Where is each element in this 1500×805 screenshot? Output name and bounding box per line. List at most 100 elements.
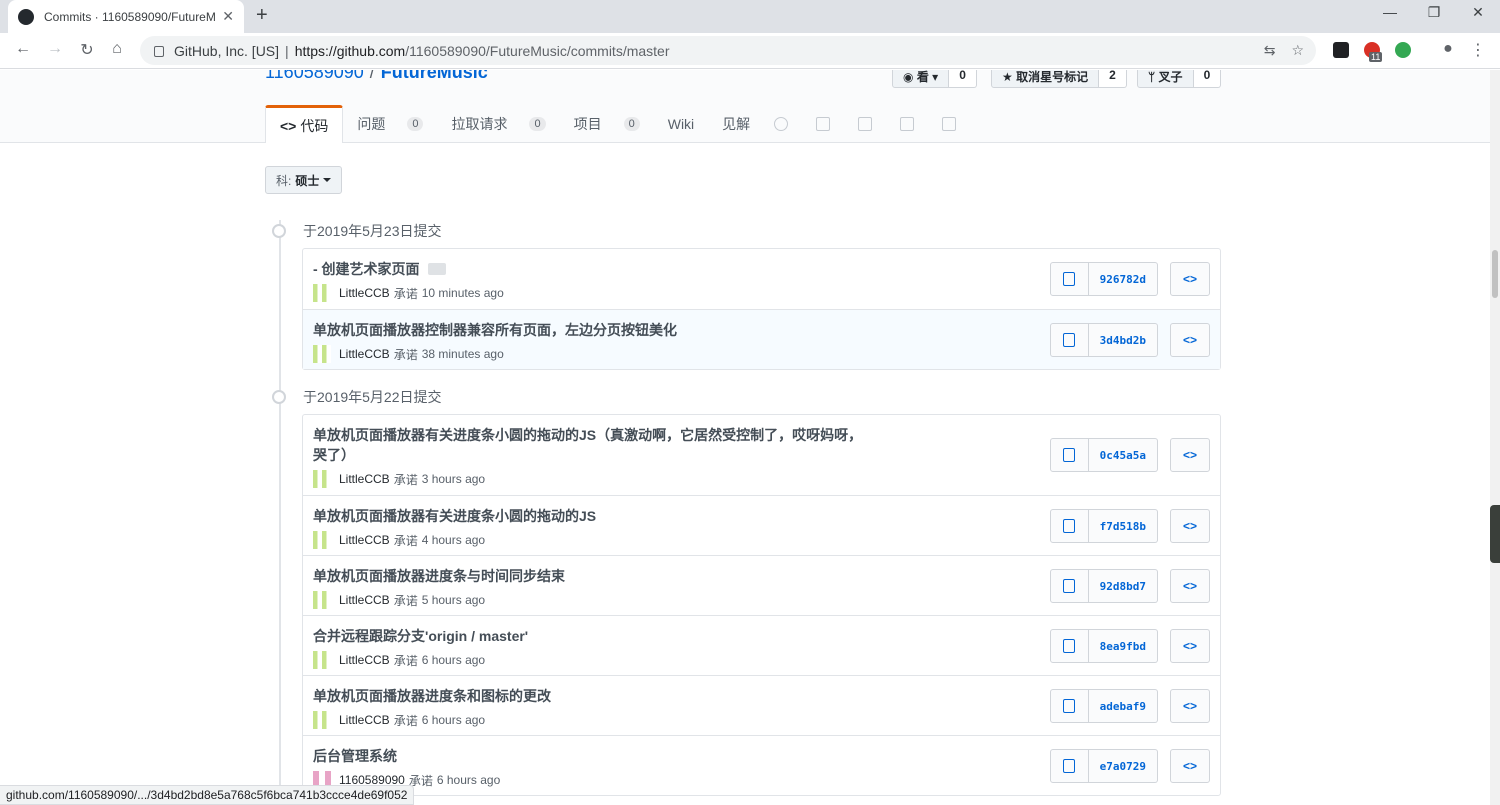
commit-sha-link[interactable]: adebaf9 xyxy=(1088,689,1158,723)
fork-button[interactable]: ᛘ 叉子 xyxy=(1137,70,1194,88)
commit-time: 5 hours ago xyxy=(421,593,486,607)
commit-message-text[interactable]: - 创建艺术家页面 xyxy=(313,261,420,277)
branch-select[interactable]: 科: 硕士 xyxy=(265,166,343,194)
tab-projects[interactable]: 项目 0 xyxy=(560,105,654,143)
browse-repo-button[interactable]: <> xyxy=(1170,749,1210,783)
repo-name-link[interactable]: FutureMusic xyxy=(381,70,488,82)
copy-sha-button[interactable] xyxy=(1049,629,1089,663)
unstar-button[interactable]: ★ 取消星号标记 xyxy=(991,70,1100,88)
bookmark-star-icon[interactable]: ☆ xyxy=(1291,42,1304,59)
commit-date-group: 于2019年5月23日提交 xyxy=(272,221,442,241)
browse-repo-button[interactable]: <> xyxy=(1170,689,1210,723)
avatar[interactable] xyxy=(313,651,331,669)
account-icon[interactable]: ● xyxy=(1437,40,1459,58)
window-close-icon[interactable]: ✕ xyxy=(1458,4,1498,21)
star-count[interactable]: 2 xyxy=(1099,70,1127,88)
repo-owner-link[interactable]: 1160589090 xyxy=(265,70,364,82)
avatar[interactable] xyxy=(313,345,331,363)
commit-sha-link[interactable]: e7a0729 xyxy=(1088,749,1158,783)
tab-insights[interactable]: 见解 xyxy=(708,105,764,143)
commit-meta: LittleCCB 承诺 38 minutes ago xyxy=(313,345,504,363)
close-icon[interactable]: ✕ xyxy=(222,8,234,25)
commit-sha-link[interactable]: 3d4bd2b xyxy=(1088,323,1158,357)
browse-repo-button[interactable]: <> xyxy=(1170,509,1210,543)
scrollbar-thumb[interactable] xyxy=(1492,250,1498,298)
forward-icon[interactable]: → xyxy=(44,40,66,58)
expand-ellipsis-button[interactable] xyxy=(427,263,446,276)
commit-author[interactable]: LittleCCB xyxy=(339,472,390,486)
browse-repo-button[interactable]: <> xyxy=(1170,262,1210,296)
avatar[interactable] xyxy=(313,591,331,609)
watch-count[interactable]: 0 xyxy=(949,70,977,88)
tab-pull-requests[interactable]: 拉取请求 0 xyxy=(437,105,559,143)
commit-sha-link[interactable]: 8ea9fbd xyxy=(1088,629,1158,663)
copy-sha-button[interactable] xyxy=(1049,749,1089,783)
minimize-icon[interactable]: — xyxy=(1370,4,1410,20)
copy-sha-button[interactable] xyxy=(1049,689,1089,723)
browse-repo-button[interactable]: <> xyxy=(1170,629,1210,663)
commit-message-text[interactable]: 单放机页面播放器有关进度条小圆的拖动的JS xyxy=(313,508,596,524)
alert-icon[interactable] xyxy=(774,117,789,131)
browse-repo-button[interactable]: <> xyxy=(1170,438,1210,472)
copy-sha-button[interactable] xyxy=(1049,262,1089,296)
browse-repo-button[interactable]: <> xyxy=(1170,569,1210,603)
commit-author[interactable]: LittleCCB xyxy=(339,533,390,547)
back-icon[interactable]: ← xyxy=(12,40,34,58)
commit-sha-link[interactable]: f7d518b xyxy=(1088,509,1158,543)
graph-icon[interactable] xyxy=(942,117,957,131)
commit-author[interactable]: LittleCCB xyxy=(339,653,390,667)
copy-sha-button[interactable] xyxy=(1049,569,1089,603)
commit-message-text[interactable]: 单放机页面播放器进度条与时间同步结束 xyxy=(313,568,565,584)
commit-message[interactable]: 单放机页面播放器有关进度条小圆的拖动的JS（真激动啊，它居然受控制了，哎呀妈呀，… xyxy=(313,425,873,465)
commit-author[interactable]: LittleCCB xyxy=(339,713,390,727)
avatar[interactable] xyxy=(313,531,331,549)
commit-message[interactable]: - 创建艺术家页面 xyxy=(313,259,873,279)
project-board-icon[interactable] xyxy=(858,117,873,131)
commit-message-text[interactable]: 单放机页面播放器有关进度条小圆的拖动的JS（真激动啊，它居然受控制了，哎呀妈呀，… xyxy=(313,427,862,463)
commit-time: 6 hours ago xyxy=(436,773,501,787)
copy-sha-button[interactable] xyxy=(1049,323,1089,357)
translate-icon[interactable]: ⇆ xyxy=(1264,42,1276,59)
commit-verb: 承诺 xyxy=(393,286,418,301)
tab-code[interactable]: <> 代码 xyxy=(265,105,344,143)
commit-message-text[interactable]: 后台管理系统 xyxy=(313,748,397,764)
commit-message[interactable]: 单放机页面播放器控制器兼容所有页面，左边分页按钮美化 xyxy=(313,320,873,340)
side-widget[interactable] xyxy=(1490,505,1500,563)
reload-icon[interactable]: ↻ xyxy=(76,40,98,60)
browser-tab-commits[interactable]: Commits · 1160589090/FutureM ✕ xyxy=(8,0,244,33)
commit-message[interactable]: 后台管理系统 xyxy=(313,746,873,766)
page-scrollbar[interactable] xyxy=(1490,70,1500,805)
tab-wiki[interactable]: Wiki xyxy=(654,105,708,143)
extension-reader-icon[interactable] xyxy=(1333,42,1349,58)
book-icon[interactable] xyxy=(900,117,915,131)
new-tab-icon[interactable]: + xyxy=(256,4,268,27)
commit-message-text[interactable]: 单放机页面播放器进度条和图标的更改 xyxy=(313,688,551,704)
menu-kebab-icon[interactable]: ⋮ xyxy=(1467,40,1489,60)
copy-sha-button[interactable] xyxy=(1049,438,1089,472)
home-icon[interactable]: ⌂ xyxy=(106,40,128,58)
commit-sha-link[interactable]: 926782d xyxy=(1088,262,1158,296)
copy-sha-button[interactable] xyxy=(1049,509,1089,543)
commit-message[interactable]: 合并远程跟踪分支'origin / master' xyxy=(313,626,873,646)
commit-sha-link[interactable]: 0c45a5a xyxy=(1088,438,1158,472)
commit-message[interactable]: 单放机页面播放器进度条与时间同步结束 xyxy=(313,566,873,586)
address-bar[interactable]: GitHub, Inc. [US] | https://github.com /… xyxy=(140,36,1316,65)
browse-repo-button[interactable]: <> xyxy=(1170,323,1210,357)
commit-author[interactable]: LittleCCB xyxy=(339,286,390,300)
avatar[interactable] xyxy=(313,711,331,729)
tab-issues[interactable]: 问题 0 xyxy=(343,105,437,143)
pr-icon[interactable] xyxy=(816,117,831,131)
avatar[interactable] xyxy=(313,284,331,302)
commit-author[interactable]: LittleCCB xyxy=(339,347,390,361)
extension-globe-icon[interactable] xyxy=(1395,42,1411,58)
commit-message-text[interactable]: 单放机页面播放器控制器兼容所有页面，左边分页按钮美化 xyxy=(313,322,677,338)
commit-author[interactable]: LittleCCB xyxy=(339,593,390,607)
commit-message[interactable]: 单放机页面播放器有关进度条小圆的拖动的JS xyxy=(313,506,873,526)
commit-message-text[interactable]: 合并远程跟踪分支'origin / master' xyxy=(313,628,528,644)
commit-sha-link[interactable]: 92d8bd7 xyxy=(1088,569,1158,603)
commit-message[interactable]: 单放机页面播放器进度条和图标的更改 xyxy=(313,686,873,706)
avatar[interactable] xyxy=(313,470,331,488)
restore-icon[interactable]: ❐ xyxy=(1414,4,1454,21)
fork-count[interactable]: 0 xyxy=(1193,70,1222,88)
watch-button[interactable]: ◉ 看 ▾ xyxy=(892,70,950,88)
